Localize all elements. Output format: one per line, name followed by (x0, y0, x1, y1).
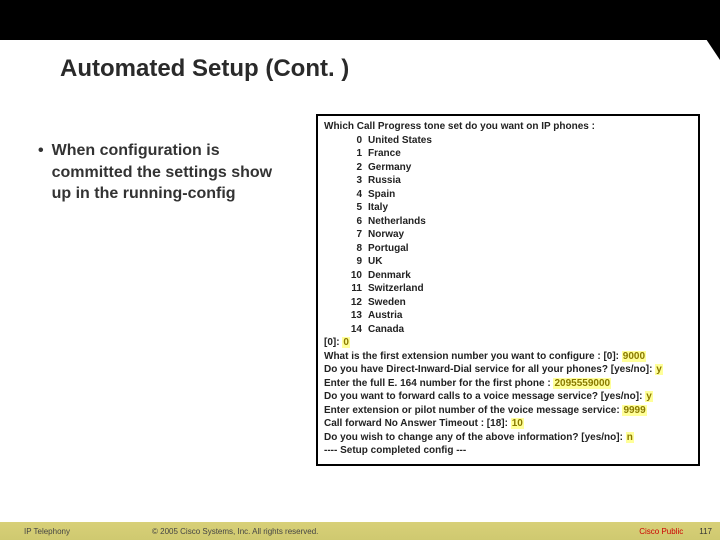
tone-option-name: Netherlands (368, 215, 426, 229)
footer-copyright: © 2005 Cisco Systems, Inc. All rights re… (152, 527, 639, 536)
tone-option-number: 14 (324, 323, 368, 337)
tone-select-value: 0 (342, 337, 350, 348)
tone-option-number: 8 (324, 242, 368, 256)
tone-select-label: [0]: (324, 337, 342, 348)
tone-option-name: United States (368, 134, 432, 148)
tone-option-name: Russia (368, 174, 401, 188)
did-value: y (655, 364, 663, 375)
tone-option: 6Netherlands (324, 215, 692, 229)
bullet-dot: • (38, 140, 44, 205)
did-label: Do you have Direct-Inward-Dial service f… (324, 364, 655, 375)
tone-option-name: Austria (368, 309, 402, 323)
tone-option-name: Canada (368, 323, 404, 337)
footer-bar: IP Telephony © 2005 Cisco Systems, Inc. … (0, 522, 720, 540)
tone-option-number: 3 (324, 174, 368, 188)
change-label: Do you wish to change any of the above i… (324, 432, 626, 443)
tone-option: 10Denmark (324, 269, 692, 283)
vm-pilot-value: 9999 (622, 405, 646, 416)
tone-option-name: Sweden (368, 296, 406, 310)
first-ext-value: 9000 (622, 351, 646, 362)
tone-option-number: 0 (324, 134, 368, 148)
tone-option-number: 11 (324, 282, 368, 296)
tone-option: 5Italy (324, 201, 692, 215)
tone-option: 3Russia (324, 174, 692, 188)
tone-option-name: Spain (368, 188, 395, 202)
cfna-value: 10 (511, 418, 524, 429)
corner-triangle (680, 0, 720, 60)
tone-option-name: France (368, 147, 401, 161)
vm-forward-label: Do you want to forward calls to a voice … (324, 391, 645, 402)
bullet-text: When configuration is committed the sett… (52, 140, 288, 205)
footer-public: Cisco Public (639, 527, 683, 536)
vm-pilot-label: Enter extension or pilot number of the v… (324, 405, 622, 416)
tone-option-name: UK (368, 255, 382, 269)
tone-option-number: 7 (324, 228, 368, 242)
tone-option: 13Austria (324, 309, 692, 323)
tone-option: 11Switzerland (324, 282, 692, 296)
tone-option-number: 10 (324, 269, 368, 283)
tone-option-number: 13 (324, 309, 368, 323)
bullet-block: • When configuration is committed the se… (38, 140, 288, 205)
tone-option: 7Norway (324, 228, 692, 242)
tone-option: 12Sweden (324, 296, 692, 310)
e164-value: 2095559000 (553, 378, 611, 389)
tone-option-number: 4 (324, 188, 368, 202)
tone-option-number: 1 (324, 147, 368, 161)
tone-option: 2Germany (324, 161, 692, 175)
page-title: Automated Setup (Cont. ) (60, 55, 349, 83)
terminal-output-box: Which Call Progress tone set do you want… (316, 114, 700, 466)
tone-option-number: 5 (324, 201, 368, 215)
footer-page: 117 (699, 527, 712, 536)
tone-option: 4Spain (324, 188, 692, 202)
tone-option: 14Canada (324, 323, 692, 337)
footer-course: IP Telephony (24, 527, 152, 536)
tone-option-name: Italy (368, 201, 388, 215)
tone-option: 8Portugal (324, 242, 692, 256)
black-topbar (0, 0, 720, 40)
cfna-label: Call forward No Answer Timeout : [18]: (324, 418, 511, 429)
setup-complete-line: ---- Setup completed config --- (324, 444, 692, 458)
tone-option-name: Germany (368, 161, 411, 175)
tone-option-number: 2 (324, 161, 368, 175)
tone-option-name: Portugal (368, 242, 409, 256)
tone-option-name: Norway (368, 228, 404, 242)
tone-option: 0United States (324, 134, 692, 148)
tone-option-name: Denmark (368, 269, 411, 283)
tone-option-number: 9 (324, 255, 368, 269)
tone-option-number: 12 (324, 296, 368, 310)
terminal-prompt: Which Call Progress tone set do you want… (324, 120, 692, 134)
tone-option-number: 6 (324, 215, 368, 229)
tone-option-name: Switzerland (368, 282, 424, 296)
tone-option: 1France (324, 147, 692, 161)
e164-label: Enter the full E. 164 number for the fir… (324, 378, 553, 389)
change-value: n (626, 432, 634, 443)
vm-forward-value: y (645, 391, 653, 402)
first-ext-label: What is the first extension number you w… (324, 351, 622, 362)
tone-option: 9UK (324, 255, 692, 269)
